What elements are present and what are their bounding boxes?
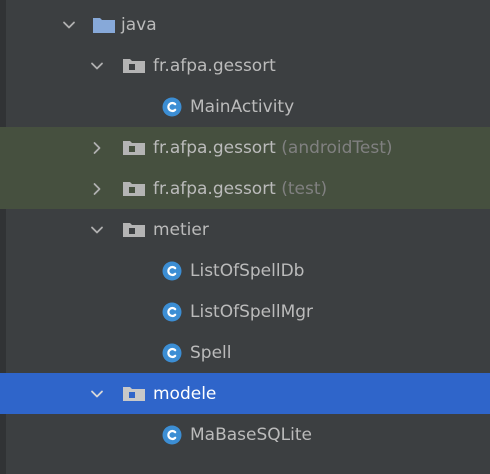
tree-node-label: Spell bbox=[190, 342, 232, 363]
chevron-down-icon[interactable] bbox=[90, 223, 104, 237]
tree-node-label: fr.afpa.gessort (test) bbox=[153, 178, 328, 199]
tree-node-label: MaBaseSQLite bbox=[190, 424, 312, 445]
tree-node-class[interactable]: ListOfSpellMgr bbox=[0, 291, 490, 332]
tree-node-label: MainActivity bbox=[190, 96, 295, 117]
tree-node-package-android-test[interactable]: fr.afpa.gessort (androidTest) bbox=[0, 127, 490, 168]
chevron-down-icon[interactable] bbox=[90, 59, 104, 73]
tree-node-label: ListOfSpellDb bbox=[190, 260, 305, 281]
source-folder-icon bbox=[93, 17, 115, 33]
chevron-down-icon[interactable] bbox=[90, 387, 104, 401]
class-icon bbox=[162, 302, 182, 321]
package-icon bbox=[123, 58, 145, 73]
chevron-right-icon[interactable] bbox=[90, 182, 104, 196]
tree-node-class[interactable]: ListOfSpellDb bbox=[0, 250, 490, 291]
tree-node-class[interactable]: MaBaseSQLite bbox=[0, 414, 490, 455]
chevron-right-icon[interactable] bbox=[90, 141, 104, 155]
chevron-down-icon[interactable] bbox=[62, 18, 76, 32]
tree-node-label: fr.afpa.gessort bbox=[153, 55, 276, 76]
tree-node-label: modele bbox=[153, 383, 217, 404]
project-tree: java fr.afpa.gessort MainActivity fr.afp… bbox=[0, 0, 490, 474]
tree-node-package-modele[interactable]: modele bbox=[0, 373, 490, 414]
class-icon bbox=[162, 97, 182, 116]
tree-node-label: fr.afpa.gessort (androidTest) bbox=[153, 137, 393, 158]
tree-node-label: java bbox=[121, 14, 157, 35]
tree-node-package-metier[interactable]: metier bbox=[0, 209, 490, 250]
tree-node-class[interactable]: Spell bbox=[0, 332, 490, 373]
tree-node-java[interactable]: java bbox=[0, 4, 490, 45]
tree-node-class[interactable]: MainActivity bbox=[0, 86, 490, 127]
tree-node-label: ListOfSpellMgr bbox=[190, 301, 314, 322]
tree-node-package[interactable]: fr.afpa.gessort bbox=[0, 45, 490, 86]
class-icon bbox=[162, 343, 182, 362]
package-icon bbox=[123, 386, 145, 401]
tree-node-package-test[interactable]: fr.afpa.gessort (test) bbox=[0, 168, 490, 209]
class-icon bbox=[162, 261, 182, 280]
package-icon bbox=[123, 222, 145, 237]
package-icon bbox=[123, 140, 145, 155]
package-icon bbox=[123, 181, 145, 196]
tree-node-label: metier bbox=[153, 219, 209, 240]
class-icon bbox=[162, 425, 182, 444]
